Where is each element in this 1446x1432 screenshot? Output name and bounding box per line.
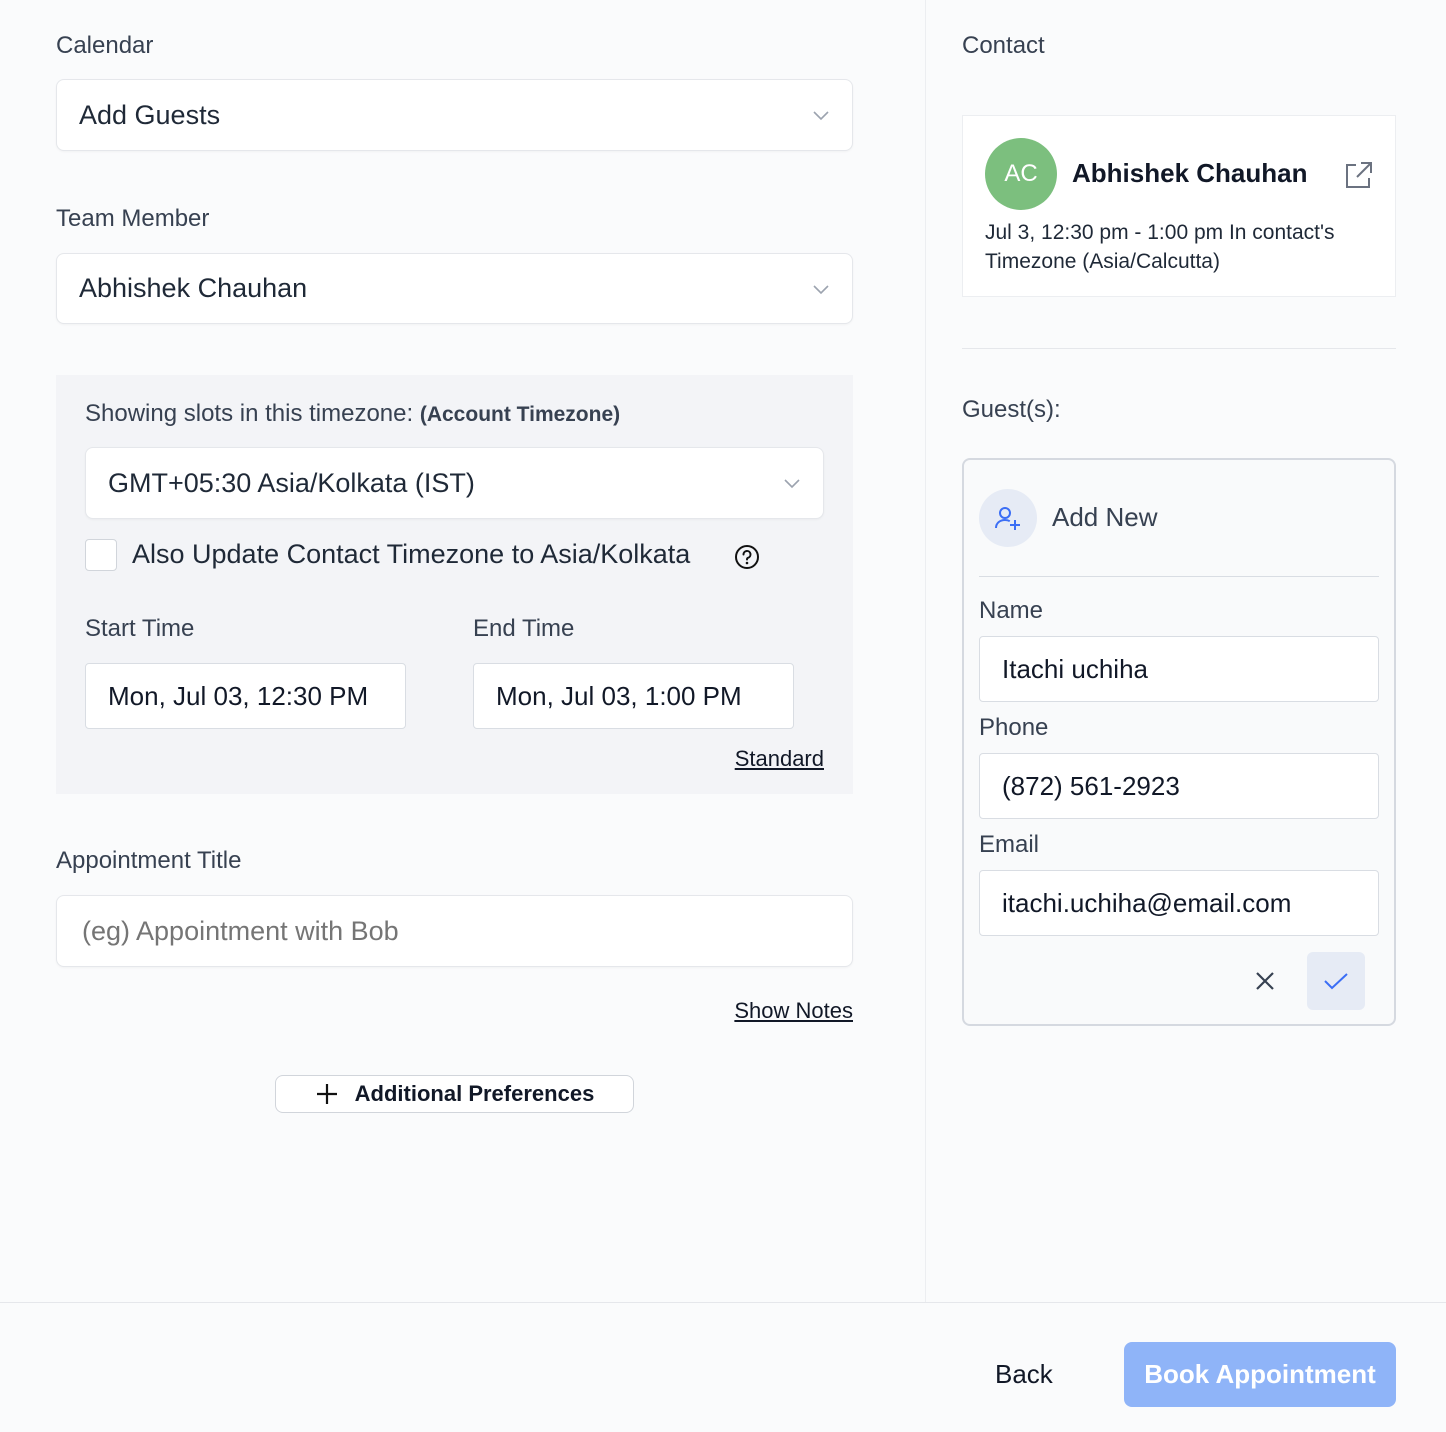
help-icon[interactable] <box>734 544 760 570</box>
contact-timezone-line: Timezone (Asia/Calcutta) <box>985 250 1220 273</box>
guest-name-label: Name <box>979 597 1044 624</box>
add-guest-divider <box>979 576 1379 577</box>
timezone-select[interactable]: GMT+05:30 Asia/Kolkata (IST) <box>85 447 824 519</box>
contact-divider <box>962 348 1396 349</box>
guest-email-input[interactable]: itachi.uchiha@email.com <box>979 870 1379 936</box>
appointment-title-label: Appointment Title <box>56 847 242 874</box>
calendar-select[interactable]: Add Guests <box>56 79 853 151</box>
update-timezone-label: Also Update Contact Timezone to Asia/Kol… <box>132 539 691 569</box>
end-time-label: End Time <box>473 615 575 642</box>
close-icon <box>1256 972 1274 990</box>
add-new-label[interactable]: Add New <box>1052 502 1158 533</box>
contact-card: AC Abhishek Chauhan Jul 3, 12:30 pm - 1:… <box>962 115 1396 297</box>
book-appointment-button[interactable]: Book Appointment <box>1124 1342 1396 1407</box>
team-member-select-value: Abhishek Chauhan <box>79 273 308 303</box>
guest-name-input[interactable]: Itachi uchiha <box>979 636 1379 702</box>
additional-preferences-label: Additional Preferences <box>354 1081 595 1106</box>
timezone-label-text: Showing slots in this timezone: <box>85 400 414 427</box>
external-link-icon[interactable] <box>1343 159 1375 191</box>
team-member-label: Team Member <box>56 205 210 232</box>
contact-time-line: Jul 3, 12:30 pm - 1:00 pm In contact's <box>985 221 1335 244</box>
cancel-guest-button[interactable] <box>1236 952 1294 1010</box>
chevron-down-icon <box>784 479 800 489</box>
timezone-panel: Showing slots in this timezone: (Account… <box>56 375 853 794</box>
check-icon <box>1324 973 1348 990</box>
back-button[interactable]: Back <box>995 1359 1053 1390</box>
timezone-label: Showing slots in this timezone: (Account… <box>85 400 620 428</box>
account-timezone-tag: (Account Timezone) <box>419 403 621 426</box>
contact-appointment-info: Jul 3, 12:30 pm - 1:00 pm In contact's T… <box>985 218 1335 276</box>
user-plus-icon <box>995 507 1020 530</box>
appointment-title-input[interactable] <box>56 895 853 967</box>
timezone-select-value: GMT+05:30 Asia/Kolkata (IST) <box>108 467 475 498</box>
guests-section-label: Guest(s): <box>962 396 1061 423</box>
avatar: AC <box>985 138 1057 210</box>
calendar-label: Calendar <box>56 32 154 59</box>
update-timezone-checkbox[interactable] <box>85 539 117 571</box>
guest-phone-input[interactable]: (872) 561-2923 <box>979 753 1379 819</box>
add-guest-card: Add New Name Itachi uchiha Phone (872) 5… <box>962 458 1396 1026</box>
start-time-label: Start Time <box>85 615 195 642</box>
additional-preferences-button[interactable]: Additional Preferences <box>275 1075 634 1113</box>
guest-phone-label: Phone <box>979 714 1049 741</box>
guest-email-label: Email <box>979 831 1040 858</box>
calendar-select-value: Add Guests <box>79 99 221 130</box>
chevron-down-icon <box>813 284 829 294</box>
add-user-button[interactable] <box>979 489 1037 547</box>
end-time-input[interactable]: Mon, Jul 03, 1:00 PM <box>473 663 794 729</box>
team-member-select[interactable]: Abhishek Chauhan <box>56 253 853 324</box>
show-notes-link[interactable]: Show Notes <box>734 998 853 1024</box>
chevron-down-icon <box>813 111 829 121</box>
column-divider <box>925 0 926 1302</box>
start-time-input[interactable]: Mon, Jul 03, 12:30 PM <box>85 663 406 729</box>
standard-link[interactable]: Standard <box>735 746 824 772</box>
plus-icon <box>316 1084 337 1104</box>
confirm-guest-button[interactable] <box>1307 952 1365 1010</box>
contact-section-label: Contact <box>962 32 1045 59</box>
contact-name: Abhishek Chauhan <box>1072 158 1308 188</box>
